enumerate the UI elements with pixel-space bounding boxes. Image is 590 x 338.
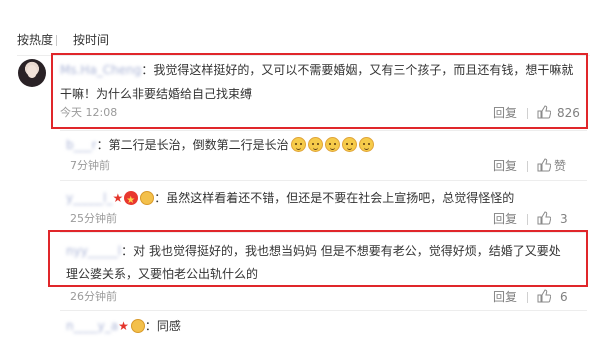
sort-by-hot-tab[interactable]: 按热度	[17, 33, 53, 47]
gold-medal-icon	[124, 189, 139, 213]
action-divider	[527, 292, 528, 303]
reply-username[interactable]: n____y_a	[66, 319, 118, 333]
reply-button[interactable]: 回复	[493, 290, 517, 304]
like-label[interactable]: 赞	[554, 159, 566, 173]
lion-icon	[140, 191, 155, 205]
sort-bar: 按热度 按时间	[0, 0, 590, 56]
laugh-emoji	[358, 137, 374, 152]
like-thumb-icon[interactable]	[537, 211, 551, 225]
reply-username[interactable]: b___r	[66, 138, 97, 152]
laugh-emoji	[324, 137, 340, 152]
action-divider	[527, 161, 528, 172]
avatar[interactable]	[18, 59, 46, 87]
sort-divider	[56, 35, 57, 46]
reply-time: 7分钟前	[70, 159, 110, 172]
action-divider	[527, 214, 528, 225]
laugh-emoji	[341, 137, 357, 152]
like-thumb-icon[interactable]	[537, 158, 551, 172]
highlight-box	[48, 230, 588, 287]
reply-line: y_____l_★ ：虽然这样看着还不错，但还是不要在社会上宣扬吧，总觉得怪怪的	[66, 186, 515, 213]
reply-username[interactable]: y_____l_	[66, 191, 112, 205]
like-count: 6	[560, 290, 568, 304]
highlight-box	[51, 53, 588, 129]
reply-text: ：虽然这样看着还不错，但还是不要在社会上宣扬吧，总觉得怪怪的	[154, 191, 515, 205]
divider	[60, 130, 587, 131]
red-star-icon: ★	[112, 191, 124, 205]
reply-text: ：第二行是长治，倒数第二行是长治	[96, 138, 289, 152]
reply-time: 26分钟前	[70, 290, 117, 303]
reply-button[interactable]: 回复	[493, 212, 517, 226]
laugh-emoji	[290, 137, 306, 152]
divider	[60, 310, 587, 311]
like-count: 3	[560, 212, 568, 226]
laugh-emoji	[307, 137, 323, 152]
reply-button[interactable]: 回复	[493, 159, 517, 173]
sort-by-time-tab[interactable]: 按时间	[73, 33, 109, 47]
divider	[60, 180, 587, 181]
red-star-icon: ★	[118, 319, 129, 333]
reply-line: n____y_a★ ：同感	[66, 314, 181, 338]
vip-icon	[130, 319, 145, 333]
reply-text: ：同感	[144, 319, 181, 333]
like-thumb-icon[interactable]	[537, 289, 551, 303]
reply-line: b___r：第二行是长治，倒数第二行是长治	[66, 133, 376, 157]
reply-time: 25分钟前	[70, 212, 117, 225]
